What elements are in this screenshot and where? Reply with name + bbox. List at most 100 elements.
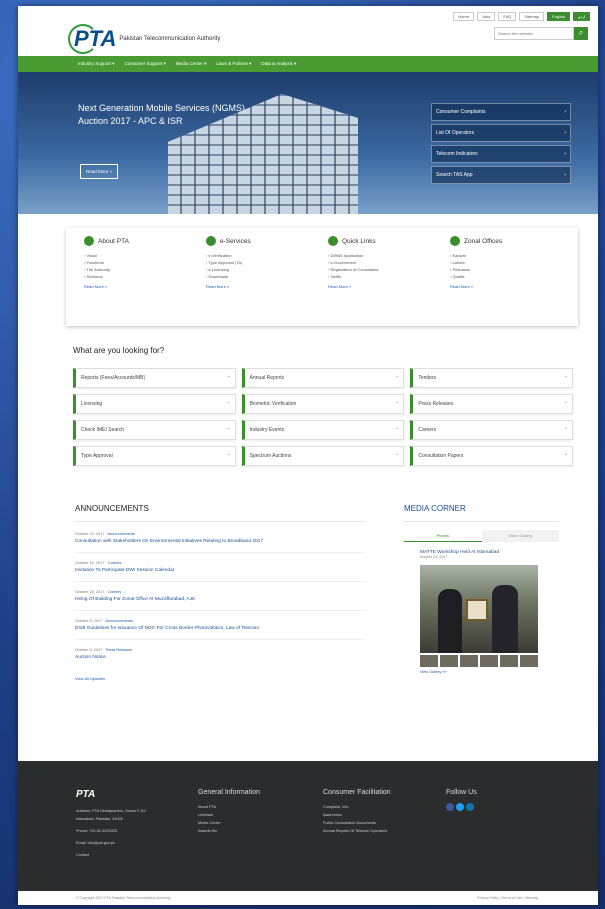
search-tas-app-button[interactable]: Search TAS App: [431, 166, 571, 184]
dropdown-item[interactable]: Tenders: [410, 367, 573, 388]
about-icon: [84, 236, 94, 246]
card-link[interactable]: Functions: [84, 259, 200, 266]
footer-general: General Information About PTA Licensee M…: [198, 789, 260, 835]
card-link[interactable]: Quetta: [450, 273, 566, 280]
announcement-link[interactable]: Auction Notice: [75, 654, 365, 661]
announcement-link[interactable]: Consultation with Stakeholders On Enviro…: [75, 538, 365, 545]
card-link[interactable]: Registration of Consultants: [328, 266, 444, 273]
announcement-link[interactable]: Draft Guidelines for Issuance Of NOC For…: [75, 625, 365, 632]
footer-follow-title: Follow Us: [446, 789, 477, 796]
read-more-link[interactable]: Read More »: [450, 284, 566, 289]
thumbnail[interactable]: [460, 655, 478, 667]
facebook-icon[interactable]: [446, 803, 454, 811]
footer-link[interactable]: Public Consultation Documents: [323, 819, 391, 827]
hero-title: Next Generation Mobile Services (NGMS) A…: [78, 103, 246, 126]
footer-link[interactable]: Awards Etc: [198, 827, 260, 835]
card-link[interactable]: Tariffs: [328, 273, 444, 280]
dropdown-item[interactable]: Spectrum Auctions: [241, 445, 405, 466]
top-link-jobs[interactable]: Jobs: [476, 12, 496, 21]
telecom-indicators-button[interactable]: Telecom Indicators: [431, 145, 571, 163]
search-bar: ⌕: [494, 27, 588, 40]
org-name: Pakistan Telecommunication Authority: [119, 36, 221, 42]
announcement-category[interactable]: Announcements: [108, 532, 135, 536]
announcement-category[interactable]: Announcements: [105, 619, 132, 623]
card-link[interactable]: e-Verification: [206, 252, 322, 259]
footer-link[interactable]: About PTA: [198, 803, 260, 811]
bottom-links[interactable]: Privacy Policy | Terms of Use | Sitemap: [477, 891, 538, 905]
announcement-category[interactable]: Careers: [108, 590, 122, 594]
footer-email[interactable]: Email: info@pta.gov.pk: [76, 839, 156, 847]
media-photo[interactable]: [420, 565, 538, 653]
footer-link[interactable]: Complaint, Info: [323, 803, 391, 811]
search-button[interactable]: ⌕: [574, 27, 588, 40]
dropdown-item[interactable]: Consultation Papers: [410, 445, 573, 466]
hero-read-more-button[interactable]: Read More »: [80, 164, 119, 179]
read-more-link[interactable]: Read More »: [206, 284, 322, 289]
announcement-category[interactable]: Careers: [108, 561, 122, 565]
card-link[interactable]: The Authority: [84, 266, 200, 273]
search-input[interactable]: [494, 27, 574, 40]
dropdown-item[interactable]: Type Approval: [73, 445, 236, 466]
lang-english[interactable]: English: [547, 12, 571, 21]
dropdown-item[interactable]: Reports (Fees/Accounts/MB): [73, 367, 236, 388]
card-zonal-offices: Zonal Offices Karachi Lahore Peshawar Qu…: [444, 236, 566, 318]
announcement-link[interactable]: Invitation To Participate DWI Session Ca…: [75, 567, 365, 574]
site-logo[interactable]: PTA Pakistan Telecommunication Authority: [67, 24, 221, 54]
dropdown-item[interactable]: Biometric Verification: [241, 393, 405, 414]
view-all-updates-link[interactable]: View All Updates: [75, 676, 365, 681]
card-quick-links: Quick Links DIRBS Application e-Governme…: [322, 236, 444, 318]
dropdown-item[interactable]: Press Releases: [410, 393, 573, 414]
person-right: [492, 585, 518, 653]
view-gallery-link[interactable]: View Gallery »»: [420, 670, 559, 674]
read-more-link[interactable]: Read More »: [328, 284, 444, 289]
thumbnail[interactable]: [480, 655, 498, 667]
dropdown-item[interactable]: Careers: [410, 419, 573, 440]
thumbnail[interactable]: [420, 655, 438, 667]
card-link[interactable]: Peshawar: [450, 266, 566, 273]
consumer-complaints-button[interactable]: Consumer Complaints: [431, 103, 571, 121]
list-of-operators-button[interactable]: List Of Operators: [431, 124, 571, 142]
dropdown-item[interactable]: Check IMEI Search: [73, 419, 236, 440]
footer-contact-link[interactable]: Contact: [76, 851, 156, 859]
dropdown-item[interactable]: Licensing: [73, 393, 236, 414]
tab-photos[interactable]: Photos: [404, 530, 482, 542]
nav-industry-support[interactable]: Industry Support ▾: [78, 61, 115, 67]
card-eservices: e-Services e-Verification Type Approval …: [200, 236, 322, 318]
footer-link[interactable]: Licensee: [198, 811, 260, 819]
thumbnail[interactable]: [440, 655, 458, 667]
lang-urdu[interactable]: اردو: [573, 12, 590, 21]
card-link[interactable]: Karachi: [450, 252, 566, 259]
top-link-home[interactable]: Home: [453, 12, 474, 21]
card-link[interactable]: Vision: [84, 252, 200, 259]
announcement-category[interactable]: Press Releases: [106, 648, 133, 652]
dropdown-item[interactable]: Annual Reports: [241, 367, 405, 388]
read-more-link[interactable]: Read More »: [84, 284, 200, 289]
card-link[interactable]: Type Approval (TA): [206, 259, 322, 266]
card-link[interactable]: Divisions: [84, 273, 200, 280]
thumbnail[interactable]: [520, 655, 538, 667]
card-link[interactable]: e-Government: [328, 259, 444, 266]
footer-general-title: General Information: [198, 789, 260, 796]
linkedin-icon[interactable]: [466, 803, 474, 811]
nav-laws-policies[interactable]: Laws & Policies ▾: [216, 61, 251, 67]
dropdown-item[interactable]: Industry Events: [241, 419, 405, 440]
top-link-faq[interactable]: FAQ: [498, 12, 517, 21]
media-title: MEDIA CORNER: [404, 504, 559, 522]
nav-consumer-support[interactable]: Consumer Support ▾: [125, 61, 166, 67]
thumbnail[interactable]: [500, 655, 518, 667]
footer-link[interactable]: Awareness: [323, 811, 391, 819]
tab-video-gallery[interactable]: Video Gallery: [481, 530, 559, 542]
card-link[interactable]: DIRBS Application: [328, 252, 444, 259]
copyright-bar: © Copyright 2017 PTA Pakistan Telecommun…: [18, 891, 598, 905]
card-link[interactable]: e-Licensing: [206, 266, 322, 273]
footer-link[interactable]: Media Center: [198, 819, 260, 827]
nav-data-analysis[interactable]: Data & Analysis ▾: [261, 61, 296, 67]
footer-link[interactable]: Annual Reports Of Telecom Operators: [323, 827, 391, 835]
twitter-icon[interactable]: [456, 803, 464, 811]
card-link[interactable]: Lahore: [450, 259, 566, 266]
card-link[interactable]: Downloads: [206, 273, 322, 280]
person-left: [438, 589, 462, 653]
announcement-link[interactable]: Hiring Of Building For Zonal Office At M…: [75, 596, 365, 603]
nav-media-center[interactable]: Media Center ▾: [176, 61, 207, 67]
top-link-sitemap[interactable]: Sitemap: [519, 12, 545, 21]
